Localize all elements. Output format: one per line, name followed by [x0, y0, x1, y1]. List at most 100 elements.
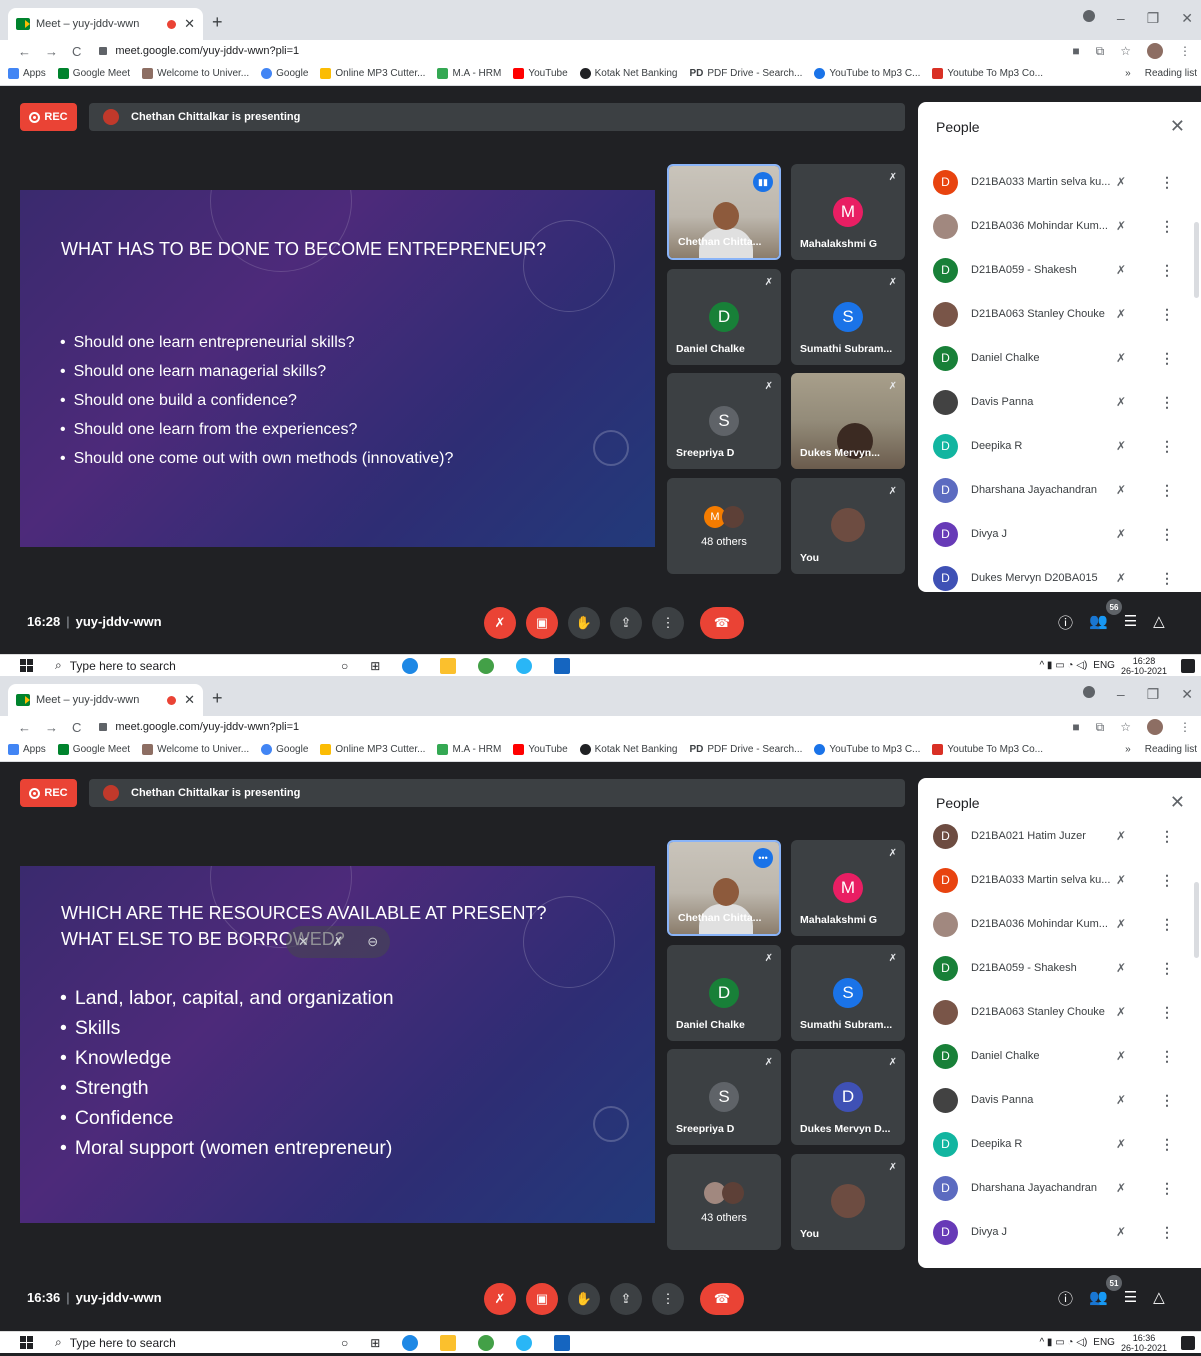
leave-call-button[interactable]: ☎	[700, 1283, 744, 1315]
participant-row[interactable]: D21BA036 Mohindar Kum... ✗ ⋮	[918, 204, 1201, 248]
close-window-button[interactable]: ✕	[1181, 10, 1193, 27]
language-indicator[interactable]: ENG	[1093, 660, 1115, 671]
notification-icon[interactable]	[1181, 1335, 1195, 1350]
new-tab-button[interactable]: +	[212, 12, 223, 33]
tile-presenter[interactable]: ▮▮ Chethan Chitta...	[667, 164, 781, 260]
taskbar-search[interactable]: ⌕ Type here to search	[55, 1335, 335, 1350]
new-tab-button[interactable]: +	[212, 688, 223, 709]
windows-start-icon[interactable]	[20, 1336, 33, 1349]
tile-participant[interactable]: ✗ M Mahalakshmi G	[791, 164, 905, 260]
tray-icons[interactable]: ^ ▮ ▭ ◔ ◁)	[1039, 660, 1087, 671]
present-button[interactable]: ⇪	[610, 1283, 642, 1315]
tray-icons[interactable]: ^ ▮ ▭ ◔ ◁)	[1039, 1337, 1087, 1348]
more-options-icon[interactable]: ⋮	[1160, 1180, 1174, 1197]
tile-participant[interactable]: ✗ S Sumathi Subram...	[791, 945, 905, 1041]
task-view-icon[interactable]: ⊞	[370, 659, 380, 673]
more-options-icon[interactable]: ⋮	[1160, 218, 1174, 235]
more-options-button[interactable]: ⋮	[652, 1283, 684, 1315]
participant-row[interactable]: D Dharshana Jayachandran ✗ ⋮	[918, 1166, 1201, 1210]
bookmark-google[interactable]: Google	[261, 68, 308, 79]
more-options-icon[interactable]: ⋮	[1160, 1048, 1174, 1065]
participant-row[interactable]: D D21BA021 Hatim Juzer ✗ ⋮	[918, 814, 1201, 858]
bookmark-yt-mp3-co[interactable]: Youtube To Mp3 Co...	[932, 744, 1043, 755]
reload-icon[interactable]: C	[72, 44, 81, 59]
bookmarks-more[interactable]: »	[1125, 744, 1131, 755]
profile-avatar[interactable]	[1147, 43, 1163, 59]
participant-row[interactable]: D Daniel Chalke ✗ ⋮	[918, 1034, 1201, 1078]
word-icon[interactable]	[554, 657, 571, 674]
close-tab-icon[interactable]: ✕	[184, 692, 195, 708]
bookmark-star-icon[interactable]: ☆	[1120, 720, 1131, 734]
edge-icon[interactable]	[402, 1334, 419, 1351]
more-options-icon[interactable]: ⋮	[1160, 1004, 1174, 1021]
activities-icon[interactable]: △	[1153, 612, 1165, 633]
more-options-icon[interactable]: ⋮	[1160, 960, 1174, 977]
camera-off-button[interactable]: ▣	[526, 1283, 558, 1315]
more-options-icon[interactable]: ⋮	[1160, 482, 1174, 499]
participant-row[interactable]: D Dukes Mervyn D20BA015 ✗ ⋮	[918, 556, 1201, 600]
close-icon[interactable]: ✕	[1170, 792, 1185, 813]
tile-participant[interactable]: ✗ D Daniel Chalke	[667, 269, 781, 365]
cortana-icon[interactable]: ○	[341, 1336, 348, 1350]
leave-call-button[interactable]: ☎	[700, 607, 744, 639]
camera-indicator-icon[interactable]: ■	[1072, 720, 1079, 734]
bookmark-apps[interactable]: Apps	[8, 68, 46, 79]
more-options-icon[interactable]: ⋮	[1160, 526, 1174, 543]
profile-avatar[interactable]	[1147, 719, 1163, 735]
tile-participant[interactable]: ✗ D Daniel Chalke	[667, 945, 781, 1041]
activities-icon[interactable]: △	[1153, 1288, 1165, 1309]
pin-icon[interactable]: ✕	[298, 934, 309, 950]
back-icon[interactable]: ←	[18, 720, 31, 735]
bookmark-ma-hrm[interactable]: M.A - HRM	[437, 68, 501, 79]
more-options-icon[interactable]: ⋮	[1160, 1092, 1174, 1109]
maximize-button[interactable]: ❐	[1147, 10, 1160, 27]
word-icon[interactable]	[554, 1334, 571, 1351]
notification-icon[interactable]	[1181, 658, 1195, 673]
bookmark-pdf-drive[interactable]: PD PDF Drive - Search...	[689, 68, 802, 79]
chat-icon[interactable]: ☰	[1124, 612, 1137, 633]
participant-row[interactable]: D Dharshana Jayachandran ✗ ⋮	[918, 468, 1201, 512]
file-explorer-icon[interactable]	[440, 1334, 457, 1351]
participant-row[interactable]: D D21BA059 - Shakesh ✗ ⋮	[918, 946, 1201, 990]
menu-icon[interactable]: ⋮	[1179, 44, 1191, 58]
raise-hand-button[interactable]: ✋	[568, 1283, 600, 1315]
participant-row[interactable]: D Deepika R ✗ ⋮	[918, 424, 1201, 468]
bookmark-youtube[interactable]: YouTube	[513, 68, 568, 79]
more-options-icon[interactable]: ⋮	[1160, 1224, 1174, 1241]
menu-icon[interactable]: ⋮	[1179, 720, 1191, 734]
people-icon[interactable]: 👥	[1089, 612, 1108, 633]
bookmark-star-icon[interactable]: ☆	[1120, 44, 1131, 58]
url-field[interactable]: meet.google.com/yuy-jddv-wwn?pli=1	[99, 721, 299, 733]
reading-list[interactable]: Reading list	[1145, 68, 1197, 79]
participant-row[interactable]: D D21BA033 Martin selva ku... ✗ ⋮	[918, 160, 1201, 204]
minimize-button[interactable]: –	[1117, 686, 1125, 703]
telegram-icon[interactable]	[516, 1334, 533, 1351]
minimize-button[interactable]: –	[1117, 10, 1125, 27]
info-icon[interactable]: ⓘ	[1058, 1288, 1073, 1309]
tile-you[interactable]: ✗ You	[791, 478, 905, 574]
chat-icon[interactable]: ☰	[1124, 1288, 1137, 1309]
bookmark-ma-hrm[interactable]: M.A - HRM	[437, 744, 501, 755]
more-options-icon[interactable]: ⋮	[1160, 350, 1174, 367]
edge-icon[interactable]	[402, 657, 419, 674]
camera-off-button[interactable]: ▣	[526, 607, 558, 639]
tile-participant[interactable]: ✗ D Dukes Mervyn D...	[791, 1049, 905, 1145]
remove-icon[interactable]: ⊖	[367, 934, 378, 950]
mute-icon[interactable]: ✗	[333, 934, 344, 950]
more-options-icon[interactable]: ⋮	[1160, 394, 1174, 411]
bookmark-welcome[interactable]: Welcome to Univer...	[142, 68, 249, 79]
people-icon[interactable]: 👥	[1089, 1288, 1108, 1309]
participant-row[interactable]: D21BA063 Stanley Chouke ✗ ⋮	[918, 990, 1201, 1034]
tile-participant[interactable]: ✗ S Sumathi Subram...	[791, 269, 905, 365]
profile-icon[interactable]	[1082, 10, 1095, 22]
participant-row[interactable]: D D21BA033 Martin selva ku... ✗ ⋮	[918, 858, 1201, 902]
close-window-button[interactable]: ✕	[1181, 686, 1193, 703]
more-options-icon[interactable]: ⋮	[1160, 174, 1174, 191]
bookmark-welcome[interactable]: Welcome to Univer...	[142, 744, 249, 755]
share-icon[interactable]: ⧉	[1096, 44, 1105, 59]
more-options-icon[interactable]: ⋮	[1160, 872, 1174, 889]
tile-presenter[interactable]: ••• Chethan Chitta...	[667, 840, 781, 936]
more-options-icon[interactable]: ⋮	[1160, 1136, 1174, 1153]
mic-off-button[interactable]: ✗	[484, 1283, 516, 1315]
raise-hand-button[interactable]: ✋	[568, 607, 600, 639]
